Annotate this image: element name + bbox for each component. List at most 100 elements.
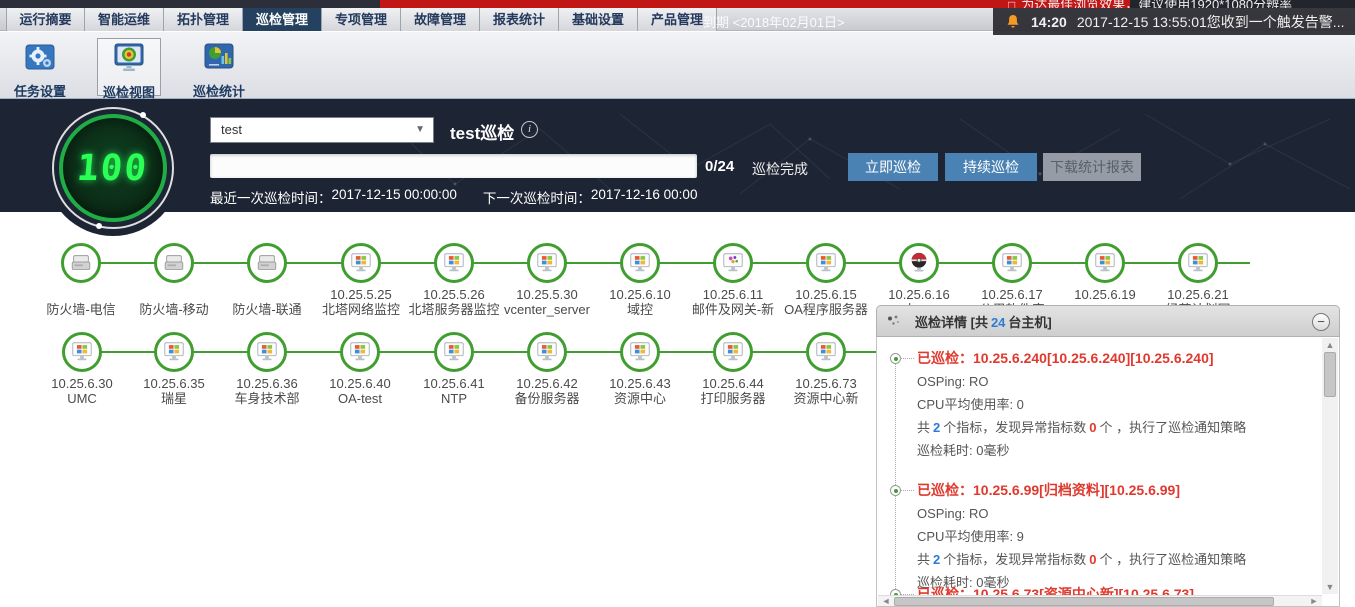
host-node[interactable]: 防火墙-移动 [126,243,222,317]
tab-basic-settings[interactable]: 基础设置 [559,8,638,31]
inspection-times: 最近一次巡检时间： 2017-12-15 00:00:00 下一次巡检时间： 2… [210,187,697,207]
vertical-scrollbar[interactable]: ▲ ▼ [1322,338,1338,594]
license-expiry-text: 到期 <2018年02月01日> [703,12,845,31]
host-node[interactable]: 10.25.6.43 资源中心 [592,332,688,406]
notification-message: 2017-12-15 13:55:01您收到一个触发告警... [1077,12,1345,32]
host-node[interactable]: 防火墙-联通 [219,243,315,317]
host-ip: 10.25.5.30 [499,287,595,302]
tab-topology[interactable]: 拓扑管理 [164,8,243,31]
inspection-entry: 已巡检：10.25.6.240[10.25.6.240][10.25.6.240… [917,351,1313,458]
host-node[interactable]: 10.25.6.15 OA程序服务器 [778,243,874,317]
entry-title: 已巡检：10.25.6.240[10.25.6.240][10.25.6.240… [917,351,1313,366]
progress-count: 0/24 [705,158,734,175]
host-node[interactable]: 10.25.5.26 北塔服务器监控 [406,243,502,317]
node-circle [247,332,287,372]
top-strip-left [0,0,380,8]
windows-server-icon [628,251,652,275]
node-circle [992,243,1032,283]
host-node[interactable]: 10.25.6.40 OA-test [312,332,408,406]
vertical-scrollbar-thumb[interactable] [1324,352,1336,397]
inspection-stats-icon [204,42,234,72]
windows-server-icon [628,340,652,364]
info-icon[interactable]: i [521,121,538,138]
panel-minimize-button[interactable]: − [1312,313,1330,331]
node-circle [713,243,753,283]
node-circle [62,332,102,372]
host-name: NTP [406,391,502,406]
toolbar-item-inspection-view[interactable]: 巡检视图 [97,38,161,96]
host-ip: 10.25.6.21 [1150,287,1246,302]
scroll-up-icon[interactable]: ▲ [1322,340,1338,350]
host-node[interactable]: 10.25.5.30 vcenter_server [499,243,595,317]
panel-title-prefix: 巡检详情 [共 [915,315,988,330]
toolbar-item-task-settings[interactable]: 任务设置 [8,38,72,96]
last-time-value: 2017-12-15 00:00:00 [332,187,457,207]
red-server-icon [907,251,931,275]
host-ip: 10.25.6.35 [126,376,222,391]
node-circle [434,243,474,283]
health-score-gauge: 100 [59,114,167,222]
scroll-down-icon[interactable]: ▼ [1322,582,1338,592]
horizontal-scrollbar-thumb[interactable] [894,597,1274,606]
entry-bullet [890,485,901,496]
host-ip: 10.25.6.40 [312,376,408,391]
scroll-right-icon[interactable]: ► [1308,596,1320,606]
host-ip: 10.25.6.36 [219,376,315,391]
tab-inspection[interactable]: 巡检管理 [243,8,322,31]
host-ip: 10.25.6.19 [1057,287,1153,302]
host-ip [126,287,222,302]
continuous-inspect-button[interactable]: 持续巡检 [945,153,1037,181]
host-name: OA程序服务器 [778,302,874,317]
host-node[interactable]: 10.25.6.35 瑞星 [126,332,222,406]
host-ip [219,287,315,302]
host-node[interactable]: 防火墙-电信 [33,243,129,317]
tab-smart-ops[interactable]: 智能运维 [85,8,164,31]
toolbar-item-label: 任务设置 [8,81,72,100]
app-screen: □为达最佳浏览效果，建议使用1920*1080分辨率 运行摘要 智能运维 拓扑管… [0,0,1355,607]
host-name: UMC [34,391,130,406]
entry-title: 已巡检：10.25.6.99[归档资料][10.25.6.99] [917,483,1313,498]
host-ip: 10.25.6.16 [871,287,967,302]
tab-fault[interactable]: 故障管理 [401,8,480,31]
mail-server-icon [721,251,745,275]
windows-server-icon [1186,251,1210,275]
host-node[interactable]: 10.25.6.11 邮件及网关-新 [685,243,781,317]
host-node[interactable]: 10.25.6.73 资源中心新 [778,332,874,406]
node-circle [620,243,660,283]
chevron-down-icon: ▼ [415,118,425,142]
download-report-button[interactable]: 下载统计报表 [1043,153,1141,181]
host-node[interactable]: 10.25.6.36 车身技术部 [219,332,315,406]
host-ip: 10.25.6.17 [964,287,1060,302]
node-circle [1085,243,1125,283]
alert-notification-toast[interactable]: 14:20 2017-12-15 13:55:01您收到一个触发告警... [993,8,1355,35]
scroll-left-icon[interactable]: ◄ [880,596,892,606]
host-ip: 10.25.6.43 [592,376,688,391]
host-node[interactable]: 10.25.6.10 域控 [592,243,688,317]
host-node[interactable]: 10.25.6.41 NTP [406,332,502,406]
host-name: 邮件及网关-新 [685,302,781,317]
toolbar-item-inspection-stats[interactable]: 巡检统计 [187,38,251,96]
tab-run-summary[interactable]: 运行摘要 [6,8,85,31]
inspection-progress-bar [210,154,697,178]
windows-server-icon [1000,251,1024,275]
windows-server-icon [814,340,838,364]
run-now-button[interactable]: 立即巡检 [848,153,938,181]
last-time-label: 最近一次巡检时间： [210,187,332,207]
host-node[interactable]: 10.25.6.30 UMC [34,332,130,406]
host-node[interactable]: 10.25.5.25 北塔网络监控 [313,243,409,317]
tab-special[interactable]: 专项管理 [322,8,401,31]
horizontal-scrollbar[interactable]: ◄ ► [878,595,1322,606]
firewall-icon [162,251,186,275]
node-circle [620,332,660,372]
progress-label: 巡检完成 [752,159,808,179]
windows-server-icon [255,340,279,364]
task-select[interactable]: test ▼ [210,117,434,143]
host-ip: 10.25.5.25 [313,287,409,302]
tab-reports[interactable]: 报表统计 [480,8,559,31]
gear-icon [25,42,55,72]
host-node[interactable]: 10.25.6.44 打印服务器 [685,332,781,406]
host-ip: 10.25.6.42 [499,376,595,391]
node-circle [340,332,380,372]
node-circle [154,243,194,283]
host-node[interactable]: 10.25.6.42 备份服务器 [499,332,595,406]
